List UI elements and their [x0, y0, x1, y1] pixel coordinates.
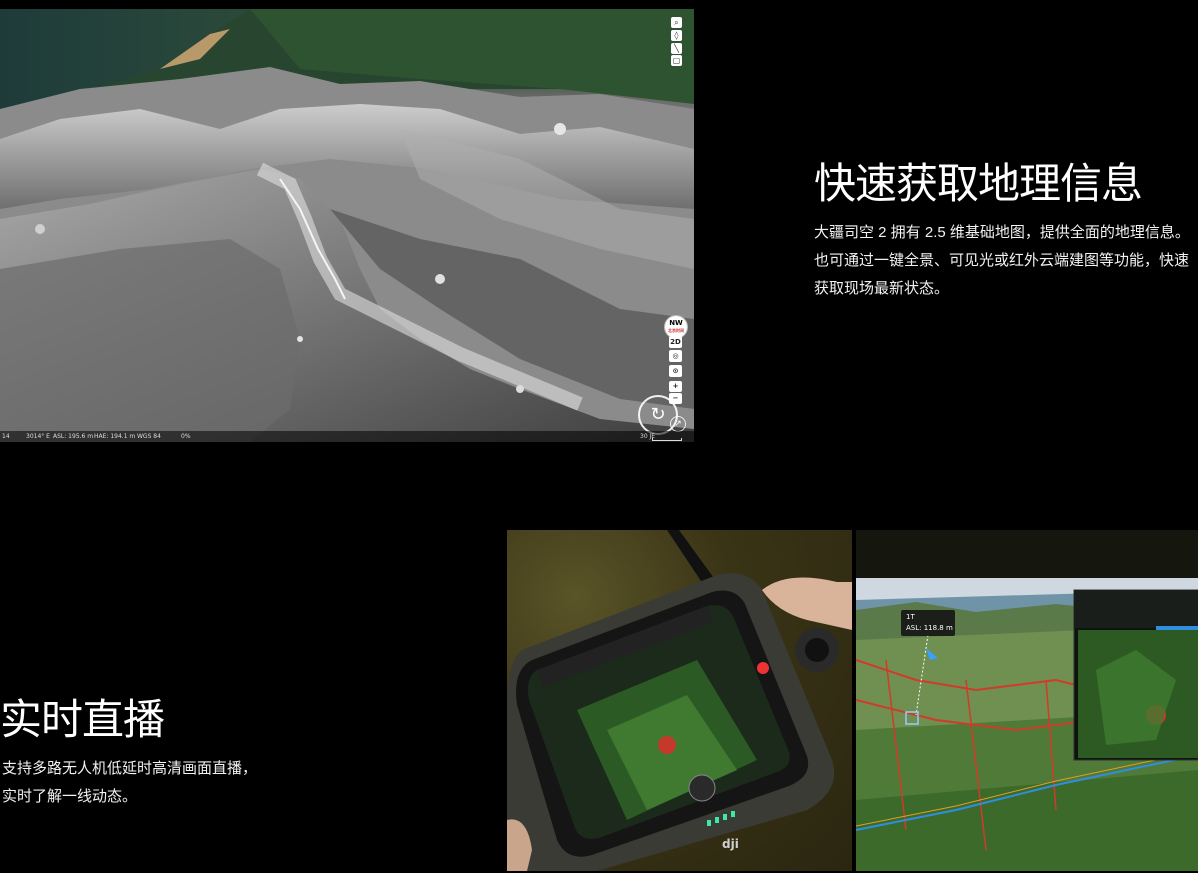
command-screen-photo: 1T ASL: 118.8 m [856, 530, 1198, 871]
north-arrow-icon[interactable]: ↗ [670, 416, 686, 432]
status-asl: ASL: 195.6 m [53, 433, 94, 440]
status-coord-right: 3014° E [26, 433, 50, 440]
compass-direction: NW [669, 319, 683, 327]
status-coord-left: 14 [2, 433, 10, 440]
geo-section-description: 大疆司空 2 拥有 2.5 维基础地图，提供全面的地理信息。也可通过一键全景、可… [814, 224, 1190, 297]
location-pin-icon[interactable]: ◊ [671, 30, 682, 41]
command-screen-illustration [856, 530, 1198, 871]
remote-controller-photo: dji [507, 530, 852, 871]
zoom-in-button[interactable]: + [669, 381, 682, 392]
view-mode-2d-button[interactable]: 2D [669, 336, 682, 348]
drone-asl-label: ASL: 118.8 m [906, 624, 953, 632]
live-section-title: 实时直播 [0, 696, 165, 743]
locate-icon[interactable]: ◎ [669, 350, 682, 362]
status-datum: WGS 84 [137, 433, 161, 440]
status-hae: HAE: 194.1 m [94, 433, 136, 440]
target-icon[interactable]: ⊙ [669, 365, 682, 377]
live-desc-line2: 实时了解一线动态。 [2, 788, 138, 805]
remote-controller-illustration: dji [507, 530, 852, 871]
terrain-3d-render [0, 9, 694, 442]
map-view[interactable]: ⌕ ◊ ╲ ▢ NW 北京时间 2D ◎ ⊙ + − ↻ ↗ 14 3014° … [0, 9, 694, 442]
live-desc-line1: 支持多路无人机低延时高清画面直播， [2, 760, 258, 777]
drone-id-label: 1T [906, 613, 915, 621]
geo-section-title: 快速获取地理信息 [814, 160, 1143, 207]
scale-bar [652, 438, 682, 441]
map-search-icon[interactable]: ⌕ [671, 17, 682, 28]
compass-widget[interactable]: NW 北京时间 [665, 316, 687, 338]
live-section-description: 支持多路无人机低延时高清画面直播， 实时了解一线动态。 [2, 755, 282, 811]
status-percent: 0% [181, 433, 191, 440]
measure-line-icon[interactable]: ╲ [671, 43, 682, 54]
map-status-bar: 14 3014° E ASL: 195.6 m HAE: 194.1 m WGS… [0, 431, 694, 442]
dji-logo: dji [722, 837, 739, 851]
area-icon[interactable]: ▢ [671, 55, 682, 66]
drone-altitude-label: 1T ASL: 118.8 m [901, 610, 955, 636]
compass-sub-label: 北京时间 [668, 328, 684, 333]
